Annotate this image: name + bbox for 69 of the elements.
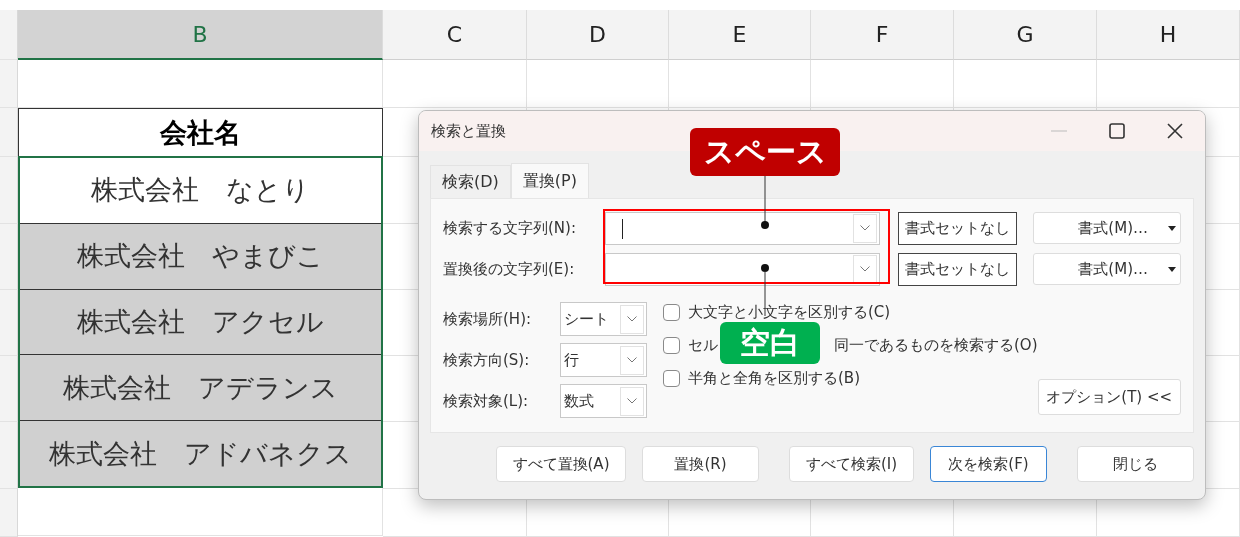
row-header[interactable] — [0, 290, 18, 356]
window-title: 検索と置換 — [431, 121, 507, 141]
checkbox-label: 半角と全角を区別する(B) — [688, 369, 860, 388]
maximize-icon[interactable] — [1107, 121, 1127, 141]
row-header[interactable] — [0, 60, 18, 108]
dialog-button[interactable]: 閉じる — [1077, 446, 1194, 482]
dialog-button[interactable]: 置換(R) — [642, 446, 759, 482]
table-cell[interactable]: 株式会社 アドバネクス — [20, 421, 381, 486]
field-label: 検索する文字列(N): — [443, 218, 577, 238]
sheet-cell[interactable] — [18, 488, 383, 536]
options-button[interactable]: オプション(T) << — [1037, 379, 1181, 415]
sheet-cell[interactable] — [527, 60, 669, 108]
column-header[interactable]: D — [527, 10, 669, 60]
chevron-down-icon — [859, 225, 870, 231]
close-icon[interactable] — [1165, 121, 1185, 141]
combo-field[interactable] — [604, 211, 880, 245]
dialog-button[interactable]: すべて検索(I) — [789, 446, 914, 482]
format-button[interactable]: 書式(M)… — [1033, 253, 1181, 285]
dropdown[interactable]: シート — [560, 302, 647, 336]
format-status-button[interactable]: 書式セットなし — [897, 211, 1018, 245]
tab[interactable]: 置換(P) — [510, 163, 589, 198]
column-title-cell[interactable]: 会社名 — [18, 108, 383, 157]
chevron-down-icon — [627, 398, 637, 404]
caret-icon — [1168, 266, 1176, 272]
dropdown[interactable]: 行 — [560, 343, 647, 377]
sheet-cell[interactable] — [811, 60, 954, 108]
field-label: 検索対象(L): — [443, 391, 530, 411]
sheet-cell[interactable] — [669, 60, 811, 108]
callout-label: スペース — [690, 128, 840, 176]
combo-field[interactable] — [604, 252, 880, 286]
sheet-cell[interactable] — [954, 60, 1097, 108]
column-header[interactable]: G — [954, 10, 1097, 60]
dialog-button[interactable]: すべて置換(A) — [496, 446, 626, 482]
row-header[interactable] — [0, 422, 18, 489]
sheet-cell[interactable] — [383, 60, 527, 108]
row-header[interactable] — [0, 108, 18, 157]
field-label: 検索場所(H): — [443, 309, 533, 329]
caret-icon — [1168, 225, 1176, 231]
checkbox-label: 同一であるものを検索する(O) — [834, 336, 1038, 355]
checkbox[interactable] — [663, 337, 680, 354]
row-header[interactable] — [0, 157, 18, 224]
checkbox[interactable] — [663, 370, 680, 387]
table-cell[interactable]: 株式会社 やまびこ — [20, 223, 381, 290]
checkbox-label: 大文字と小文字を区別する(C) — [688, 303, 891, 322]
chevron-down-icon — [627, 357, 637, 363]
sheet-cell[interactable] — [1097, 60, 1240, 108]
format-status-button[interactable]: 書式セットなし — [897, 252, 1018, 286]
leader-line — [761, 175, 769, 229]
dialog-button[interactable]: 次を検索(F) — [930, 446, 1047, 482]
column-header[interactable]: B — [18, 10, 383, 60]
column-header[interactable]: C — [383, 10, 527, 60]
row-header[interactable] — [0, 224, 18, 290]
dropdown[interactable]: 数式 — [560, 384, 647, 418]
callout-label: 空白 — [720, 322, 820, 364]
column-header[interactable]: F — [811, 10, 954, 60]
row-header[interactable] — [0, 356, 18, 422]
row-header[interactable] — [0, 489, 18, 537]
table-cell[interactable]: 株式会社 アクセル — [20, 289, 381, 356]
field-label: 置換後の文字列(E): — [443, 259, 576, 279]
tab[interactable]: 検索(D) — [430, 165, 511, 198]
chevron-down-icon — [859, 266, 870, 272]
column-header[interactable]: H — [1097, 10, 1240, 60]
chevron-down-icon — [627, 316, 637, 322]
format-button[interactable]: 書式(M)… — [1033, 212, 1181, 244]
column-header[interactable]: E — [669, 10, 811, 60]
field-label: 検索方向(S): — [443, 350, 531, 370]
table-cell[interactable]: 株式会社 アデランス — [20, 355, 381, 422]
checkbox-label: セル — [688, 336, 718, 355]
checkbox[interactable] — [663, 304, 680, 321]
